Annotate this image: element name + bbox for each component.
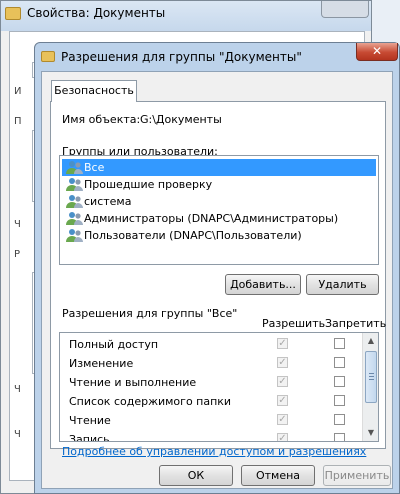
thumb-grip [369,376,374,377]
allow-checkbox[interactable]: ✓ [277,433,288,441]
cancel-button[interactable]: Отмена [241,465,315,486]
permission-row: Чтение и выполнение ✓ [60,373,360,392]
properties-label-fragment: И [14,86,22,97]
dialog-titlebar: Разрешения для группы "Документы" ✕ [35,43,399,71]
deny-checkbox[interactable] [334,357,345,368]
properties-label-fragment: П [14,116,22,127]
permission-row: Запись ✓ [60,430,360,442]
permission-name: Запись [69,433,110,442]
users-icon [66,212,83,225]
scroll-down-icon[interactable]: ▼ [363,425,378,441]
dialog-title: Разрешения для группы "Документы" [61,50,302,64]
groups-listbox[interactable]: Все Прошедшие проверку система Администр… [59,155,379,265]
deny-checkbox[interactable] [334,395,345,406]
thumb-grip [369,379,374,380]
help-link[interactable]: Подробнее об управлении доступом и разре… [62,445,366,458]
permission-name: Чтение [69,414,111,427]
scrollbar-thumb[interactable] [365,351,377,403]
scroll-up-icon[interactable]: ▲ [363,333,378,349]
permissions-label: Разрешения для группы "Все" [62,307,238,320]
object-name-value: G:\Документы [140,113,222,126]
ok-button[interactable]: ОК [159,465,233,486]
dialog-client-area: Безопасность Имя объекта: G:\Документы Г… [41,71,393,489]
permissions-dialog: Разрешения для группы "Документы" ✕ Безо… [34,42,400,494]
permission-row: Полный доступ ✓ [60,335,360,354]
allow-checkbox[interactable]: ✓ [277,338,288,349]
properties-title: Свойства: Документы [27,6,166,20]
allow-column-header: Разрешить [262,317,326,330]
folder-icon [5,7,21,20]
permissions-scrollbar[interactable]: ▲ ▼ [362,333,378,441]
deny-checkbox[interactable] [334,433,345,441]
folder-icon [41,51,55,62]
group-item[interactable]: Администраторы (DNAPC\Администраторы) [62,210,376,227]
properties-titlebar: Свойства: Документы [1,1,371,31]
permissions-list: Полный доступ ✓ Изменение ✓ Чтение и вып… [59,332,379,442]
group-label: Пользователи (DNAPC\Пользователи) [84,229,302,242]
deny-checkbox[interactable] [334,338,345,349]
apply-button[interactable]: Применить [323,465,391,486]
object-name-label: Имя объекта: [62,113,141,126]
remove-button[interactable]: Удалить [306,274,379,295]
allow-checkbox[interactable]: ✓ [277,414,288,425]
permission-name: Изменение [69,357,134,370]
group-label: система [84,195,132,208]
properties-label-fragment: Ч [14,219,21,230]
users-icon [66,178,83,191]
properties-label-fragment: Ч [14,384,21,395]
permission-row: Список содержимого папки ✓ [60,392,360,411]
permission-name: Список содержимого папки [69,395,232,408]
group-item[interactable]: система [62,193,376,210]
tab-security[interactable]: Безопасность [51,80,137,102]
users-icon [66,161,83,174]
properties-close-button[interactable] [321,1,369,18]
permission-row: Изменение ✓ [60,354,360,373]
group-label: Все [84,161,105,174]
permission-name: Полный доступ [69,338,159,351]
allow-checkbox[interactable]: ✓ [277,395,288,406]
deny-checkbox[interactable] [334,414,345,425]
thumb-grip [369,373,374,374]
group-item[interactable]: Пользователи (DNAPC\Пользователи) [62,227,376,244]
group-label: Прошедшие проверку [84,178,213,191]
allow-checkbox[interactable]: ✓ [277,357,288,368]
deny-checkbox[interactable] [334,376,345,387]
deny-column-header: Запретить [325,317,387,330]
group-item[interactable]: Прошедшие проверку [62,176,376,193]
group-item[interactable]: Все [62,159,376,176]
close-button[interactable]: ✕ [356,43,398,61]
close-icon: ✕ [371,44,383,58]
add-button[interactable]: Добавить... [225,274,301,295]
users-icon [66,229,83,242]
users-icon [66,195,83,208]
permission-row: Чтение ✓ [60,411,360,430]
properties-label-fragment: Ч [14,429,21,440]
properties-label-fragment: Р [14,249,21,260]
allow-checkbox[interactable]: ✓ [277,376,288,387]
permission-name: Чтение и выполнение [69,376,197,389]
group-label: Администраторы (DNAPC\Администраторы) [84,212,339,225]
